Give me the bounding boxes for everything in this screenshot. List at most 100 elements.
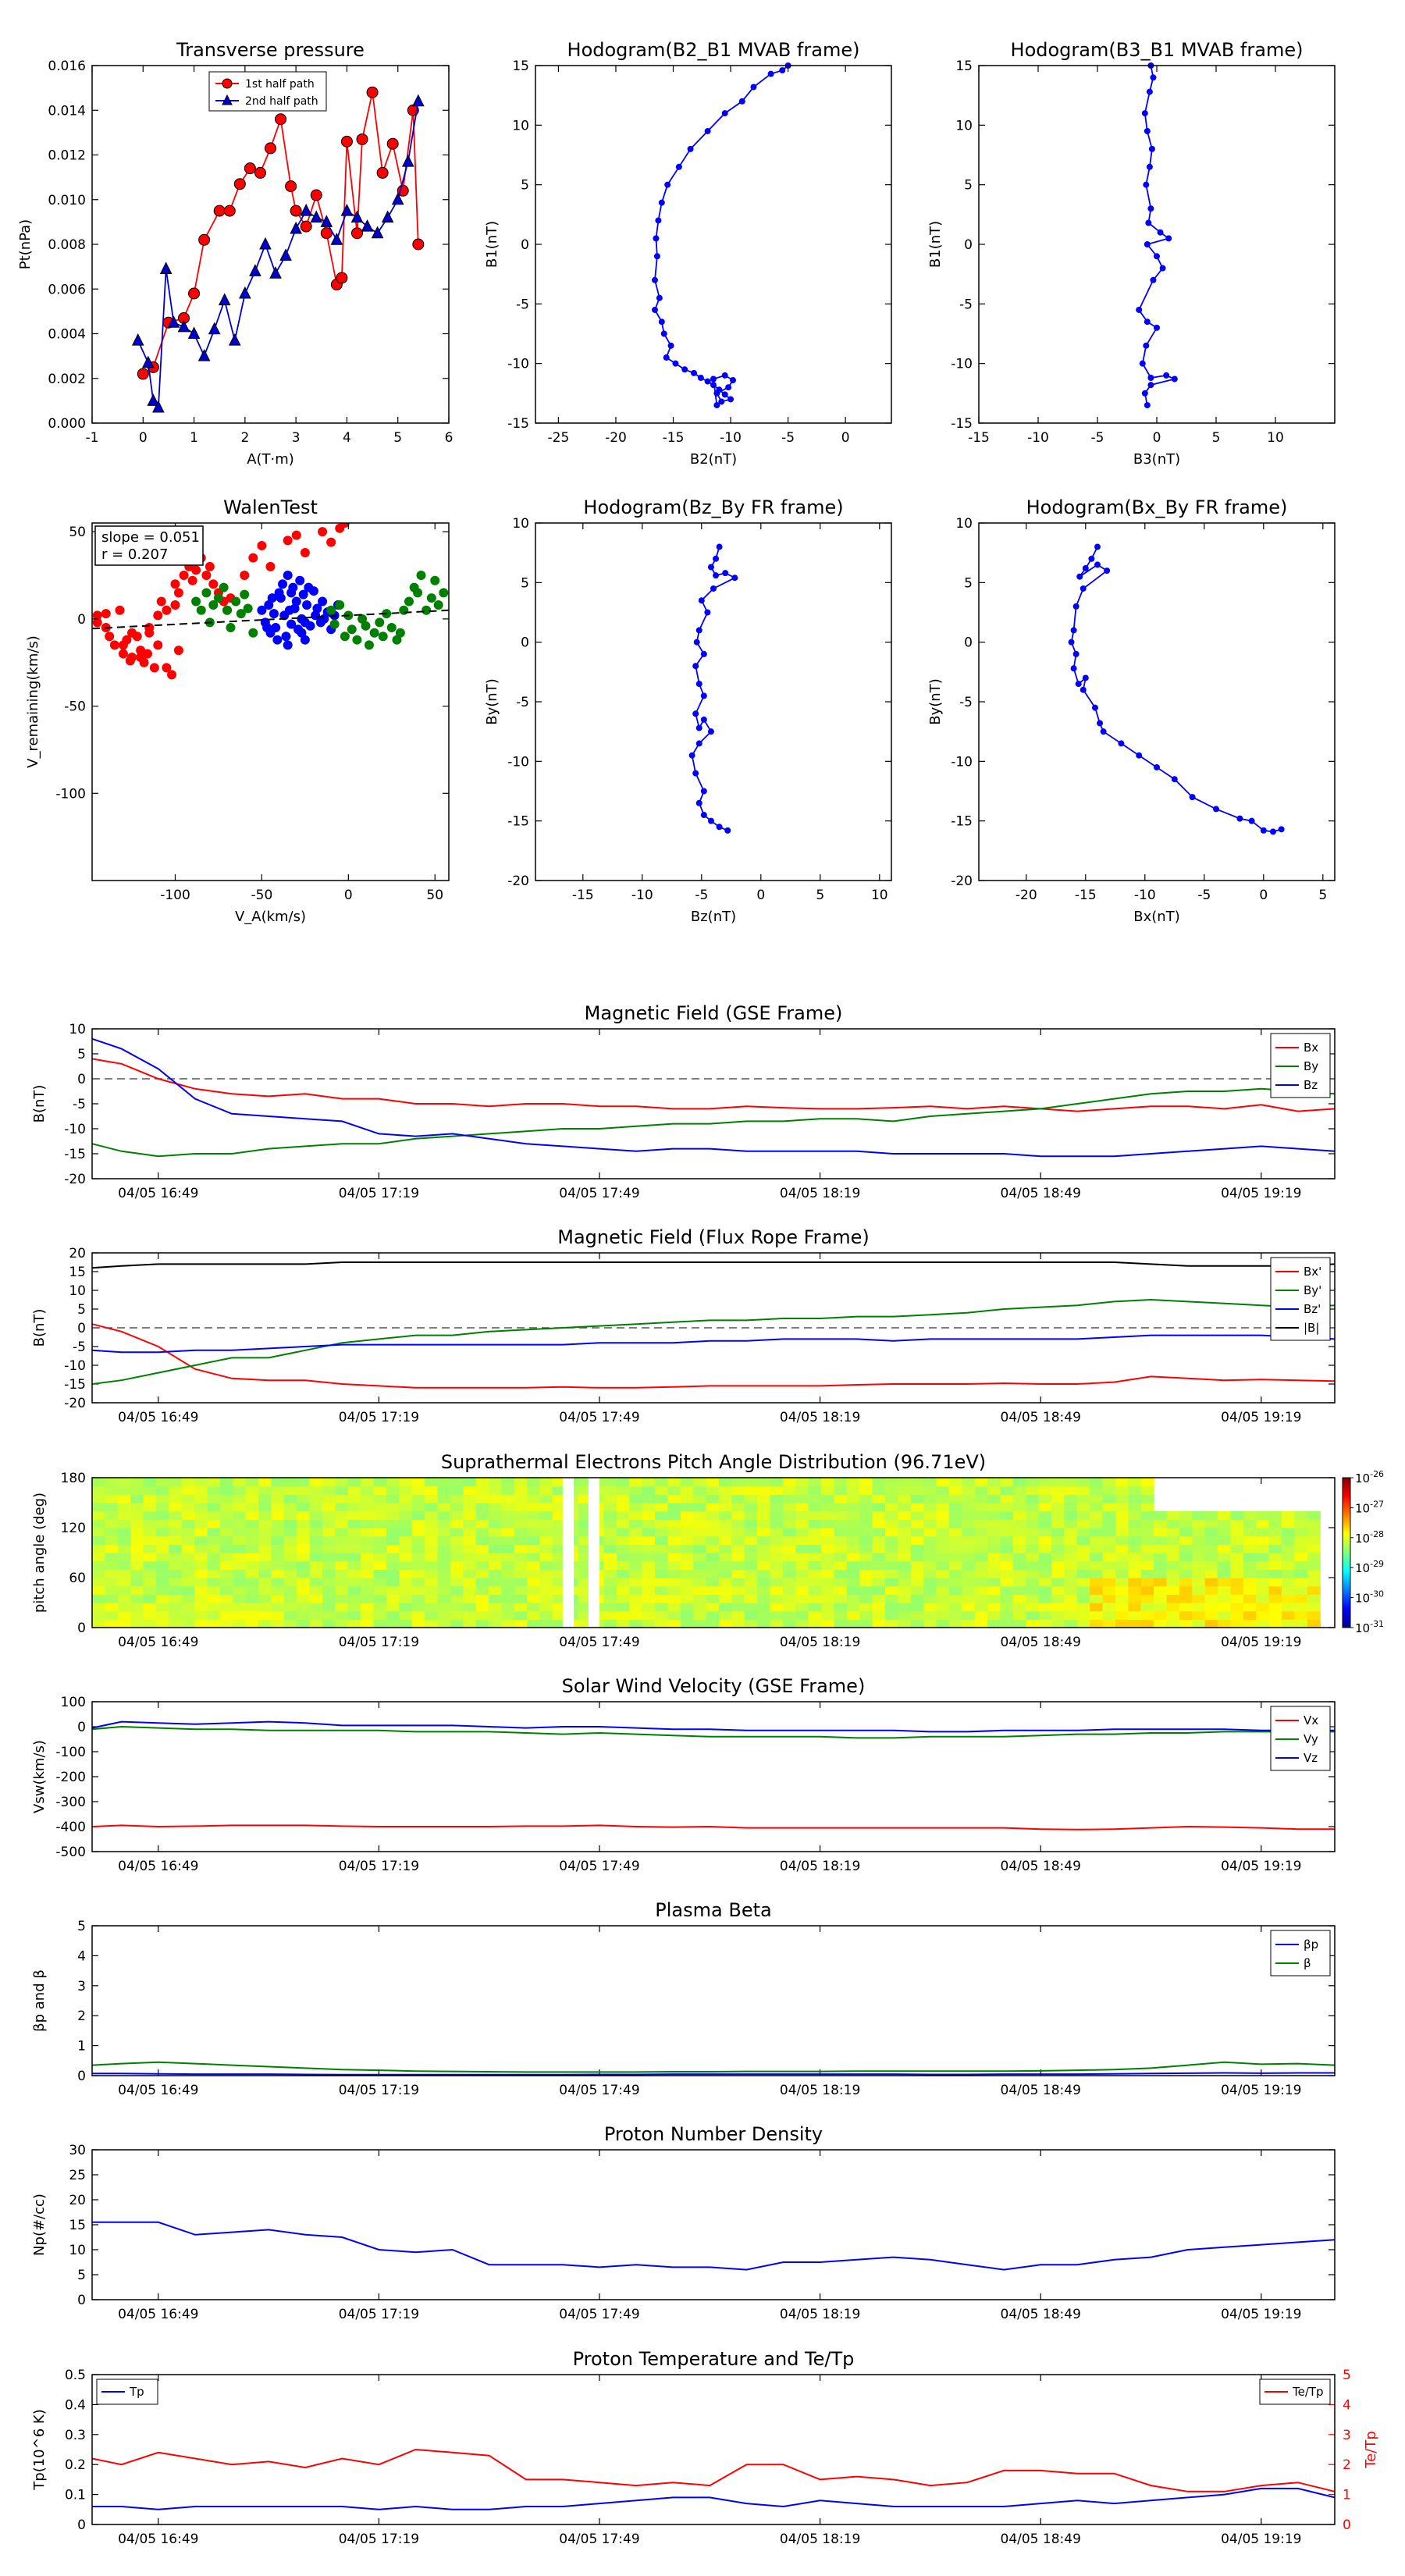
heatmap-cell bbox=[731, 1594, 745, 1603]
heatmap-cell bbox=[514, 1603, 528, 1612]
heatmap-cell bbox=[1064, 1478, 1078, 1487]
heatmap-cell bbox=[910, 1578, 924, 1587]
heatmap-cell bbox=[1000, 1553, 1014, 1562]
heatmap-cell bbox=[987, 1544, 1001, 1553]
heatmap-cell bbox=[143, 1544, 157, 1553]
heatmap-cell bbox=[105, 1619, 119, 1628]
heatmap-cell bbox=[347, 1478, 361, 1487]
y-tick-label: 4 bbox=[77, 1948, 86, 1964]
heatmap-cell bbox=[105, 1560, 119, 1570]
heatmap-cell bbox=[821, 1553, 835, 1562]
x-tick-label: 04/05 18:19 bbox=[780, 2307, 860, 2322]
heatmap-cell bbox=[181, 1553, 195, 1562]
heatmap-cell bbox=[821, 1494, 835, 1503]
heatmap-cell bbox=[1282, 1578, 1295, 1587]
y-tick-label: -15 bbox=[951, 814, 973, 830]
data-point bbox=[1143, 181, 1150, 188]
heatmap-cell bbox=[143, 1553, 157, 1562]
heatmap-cell bbox=[309, 1494, 323, 1503]
heatmap-cell bbox=[155, 1603, 169, 1612]
heatmap-cell bbox=[1230, 1619, 1244, 1628]
heatmap-cell bbox=[233, 1510, 247, 1520]
data-point bbox=[1100, 728, 1107, 735]
heatmap-cell bbox=[923, 1585, 937, 1595]
heatmap-cell bbox=[808, 1519, 822, 1528]
heatmap-cell bbox=[1243, 1519, 1257, 1528]
x-tick-label: 04/05 17:49 bbox=[559, 1859, 639, 1874]
heatmap-cell bbox=[1192, 1519, 1206, 1528]
heatmap-cell bbox=[105, 1610, 119, 1620]
data-point bbox=[681, 366, 688, 373]
heatmap-cell bbox=[143, 1494, 157, 1503]
heatmap-cell bbox=[194, 1519, 208, 1528]
heatmap-cell bbox=[667, 1544, 681, 1553]
heatmap-cell bbox=[399, 1528, 413, 1537]
data-point bbox=[137, 368, 149, 380]
heatmap-cell bbox=[987, 1478, 1001, 1487]
heatmap-cell bbox=[117, 1594, 131, 1603]
heatmap-cell bbox=[335, 1478, 349, 1487]
heatmap-cell bbox=[693, 1519, 707, 1528]
data-point bbox=[1141, 110, 1148, 117]
heatmap-cell bbox=[1294, 1535, 1308, 1545]
heatmap-cell bbox=[885, 1553, 898, 1562]
heatmap-cell bbox=[283, 1610, 297, 1620]
y-tick-label: 0.1 bbox=[65, 2488, 86, 2503]
heatmap-cell bbox=[347, 1510, 361, 1520]
heatmap-cell bbox=[731, 1553, 745, 1562]
heatmap-cell bbox=[1090, 1619, 1104, 1628]
heatmap-cell bbox=[463, 1569, 477, 1578]
heatmap-cell bbox=[1064, 1585, 1078, 1595]
heatmap-cell bbox=[846, 1619, 860, 1628]
heatmap-cell bbox=[846, 1610, 860, 1620]
data-point bbox=[302, 600, 312, 610]
x-tick-label: 0 bbox=[1153, 430, 1161, 446]
heatmap-cell bbox=[373, 1544, 387, 1553]
y-tick-label: 2 bbox=[77, 2008, 86, 2024]
heatmap-cell bbox=[859, 1560, 873, 1570]
heatmap-cell bbox=[233, 1519, 247, 1528]
heatmap-cell bbox=[1204, 1553, 1218, 1562]
heatmap-cell bbox=[1192, 1510, 1206, 1520]
heatmap-cell bbox=[1012, 1619, 1026, 1628]
heatmap-cell bbox=[386, 1619, 400, 1628]
heatmap-cell bbox=[795, 1478, 809, 1487]
heatmap-cell bbox=[283, 1585, 297, 1595]
data-point bbox=[692, 710, 699, 717]
data-point bbox=[660, 330, 667, 337]
heatmap-cell bbox=[117, 1578, 131, 1587]
heatmap-cell bbox=[821, 1619, 835, 1628]
x-tick-label: 04/05 18:19 bbox=[780, 2532, 860, 2547]
y-tick-label: 0.000 bbox=[48, 416, 86, 432]
heatmap-cell bbox=[169, 1503, 183, 1512]
heatmap-cell bbox=[923, 1603, 937, 1612]
heatmap-cell bbox=[143, 1485, 157, 1495]
heatmap-cell bbox=[1140, 1610, 1154, 1620]
heatmap-cell bbox=[207, 1585, 221, 1595]
heatmap-cell bbox=[386, 1578, 400, 1587]
heatmap-cell bbox=[143, 1585, 157, 1595]
data-point bbox=[223, 205, 236, 217]
heatmap-cell bbox=[1179, 1535, 1193, 1545]
heatmap-cell bbox=[706, 1560, 720, 1570]
x-tick-label: 04/05 18:49 bbox=[1001, 1859, 1081, 1874]
heatmap-cell bbox=[744, 1503, 758, 1512]
heatmap-cell bbox=[885, 1528, 898, 1537]
heatmap-cell bbox=[347, 1560, 361, 1570]
heatmap-cell bbox=[731, 1478, 745, 1487]
heatmap-cell bbox=[1000, 1585, 1014, 1595]
heatmap-cell bbox=[309, 1485, 323, 1495]
heatmap-cell bbox=[846, 1519, 860, 1528]
heatmap-cell bbox=[936, 1569, 950, 1578]
heatmap-cell bbox=[1294, 1610, 1308, 1620]
x-tick-label: 04/05 16:49 bbox=[118, 2532, 198, 2547]
heatmap-cell bbox=[1051, 1528, 1065, 1537]
heatmap-cell bbox=[1140, 1478, 1154, 1487]
heatmap-cell bbox=[386, 1494, 400, 1503]
heatmap-cell bbox=[463, 1528, 477, 1537]
heatmap-cell bbox=[1102, 1485, 1116, 1495]
heatmap-cell bbox=[923, 1535, 937, 1545]
heatmap-cell bbox=[463, 1578, 477, 1587]
data-point bbox=[144, 623, 155, 633]
data-point bbox=[336, 272, 348, 284]
